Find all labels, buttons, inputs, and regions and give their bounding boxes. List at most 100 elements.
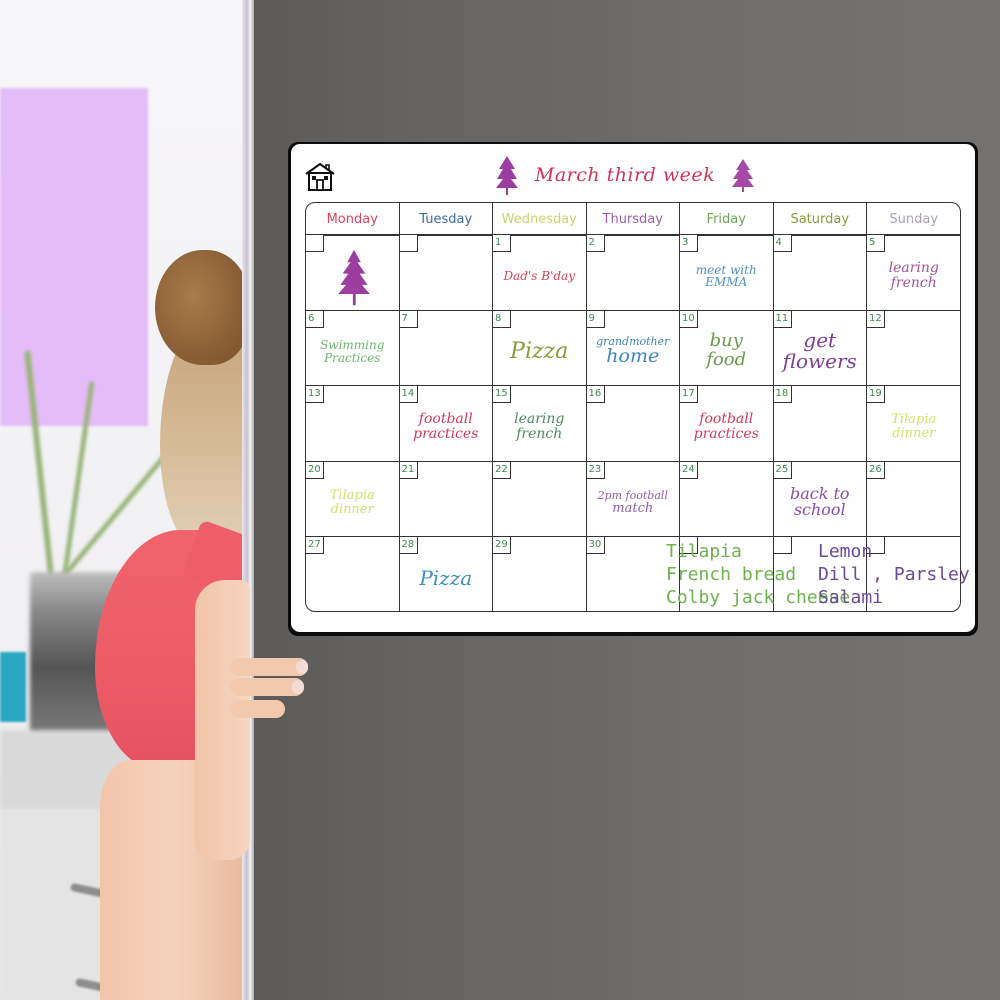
- day-note: learing french: [493, 412, 586, 441]
- day-cell[interactable]: 23 2pm football match: [586, 461, 680, 537]
- date-number: 19: [867, 386, 885, 403]
- day-cell[interactable]: [306, 235, 400, 311]
- day-note: Pizza: [400, 565, 493, 590]
- day-cell[interactable]: 10 buy food: [680, 310, 774, 386]
- note-line: dinner: [892, 426, 936, 442]
- tree-icon: [338, 249, 370, 306]
- date-number: [306, 235, 324, 252]
- note-line: football: [418, 411, 473, 428]
- date-number: 10: [680, 310, 698, 328]
- day-cell[interactable]: 25 back to school: [773, 461, 867, 537]
- day-cell[interactable]: 15 learing french: [493, 386, 587, 462]
- date-number: 28: [399, 537, 418, 554]
- note-line: 2pm football: [597, 489, 668, 503]
- day-cell[interactable]: 14 football practices: [399, 386, 493, 462]
- calendar-title: March third week: [534, 164, 716, 186]
- day-note: football practices: [400, 412, 493, 441]
- note-line: Tilapia: [329, 487, 375, 503]
- tree-icon: [496, 156, 518, 195]
- day-note: Pizza: [493, 340, 586, 363]
- day-note: Swimming Practices: [306, 339, 399, 364]
- date-number: 18: [773, 386, 792, 403]
- day-cell[interactable]: 22: [493, 461, 587, 537]
- shopping-item: Dill , Parsley: [818, 564, 970, 585]
- date-number: 9: [586, 310, 605, 328]
- day-note: 2pm football match: [587, 490, 680, 515]
- day-cell[interactable]: 28 Pizza: [399, 537, 493, 611]
- day-cell[interactable]: 4: [773, 235, 867, 311]
- day-cell[interactable]: 16: [586, 386, 680, 462]
- date-number: 5: [867, 235, 885, 252]
- weekday-saturday: Saturday: [774, 203, 867, 235]
- day-note: Dad's B'day: [493, 270, 586, 283]
- house-icon: [305, 162, 335, 191]
- day-cell[interactable]: 17 football practices: [680, 386, 774, 462]
- date-number: 26: [867, 461, 885, 479]
- day-cell[interactable]: 7: [399, 310, 493, 386]
- day-note: get flowers: [774, 330, 867, 372]
- date-number: 17: [680, 386, 698, 403]
- shopping-item: Lemon: [818, 541, 873, 562]
- date-number: 24: [680, 461, 698, 479]
- day-cell[interactable]: 26: [867, 461, 960, 537]
- woman-finger: [230, 658, 308, 676]
- day-cell[interactable]: 1 Dad's B'day: [493, 235, 587, 311]
- day-cell[interactable]: 20 Tilapia dinner: [306, 461, 400, 537]
- day-cell[interactable]: 19 Tilapia dinner: [867, 386, 960, 462]
- date-number: 15: [493, 386, 511, 403]
- date-number: 23: [586, 461, 605, 479]
- date-number: 29: [493, 537, 511, 554]
- day-note: back to school: [774, 485, 867, 520]
- day-note: Tilapia dinner: [867, 413, 960, 442]
- date-number: 2: [586, 235, 605, 252]
- weekday-sunday: Sunday: [889, 211, 939, 227]
- day-cell[interactable]: 2: [586, 235, 680, 311]
- day-cell[interactable]: 8 Pizza: [493, 310, 587, 386]
- day-note: learing french: [867, 260, 960, 290]
- day-cell[interactable]: 12: [867, 310, 960, 386]
- date-number: 4: [773, 235, 792, 252]
- note-line: practices: [693, 426, 759, 443]
- date-number: 22: [493, 461, 511, 479]
- weekday-wednesday: Wednesday: [493, 203, 587, 235]
- day-note: football practices: [680, 412, 773, 441]
- day-note: buy food: [680, 332, 773, 370]
- date-number: [399, 235, 418, 252]
- tree-icon: [732, 159, 754, 192]
- day-cell[interactable]: 6 Swimming Practices: [306, 310, 400, 386]
- day-cell[interactable]: 27: [306, 537, 400, 611]
- note-line: EMMA: [705, 275, 748, 290]
- day-cell[interactable]: 5 learing french: [867, 235, 960, 311]
- date-number: 8: [493, 310, 511, 328]
- note-line: food: [706, 349, 747, 371]
- note-line: school: [793, 500, 846, 520]
- note-line: learing: [514, 411, 565, 428]
- day-cell[interactable]: 3 meet with EMMA: [680, 235, 774, 311]
- day-cell[interactable]: 11 get flowers: [773, 310, 867, 386]
- note-line: get: [803, 328, 837, 353]
- day-cell[interactable]: 21: [399, 461, 493, 537]
- date-number: 27: [306, 537, 324, 554]
- day-cell[interactable]: 18: [773, 386, 867, 462]
- day-cell[interactable]: [399, 235, 493, 311]
- day-cell[interactable]: 24: [680, 461, 774, 537]
- date-number: 16: [586, 386, 605, 403]
- date-number: 7: [399, 310, 418, 328]
- date-number: 30: [586, 537, 605, 554]
- woman-finger: [230, 700, 285, 718]
- note-line: dinner: [330, 501, 374, 517]
- weekday-tuesday: Tuesday: [400, 203, 493, 235]
- day-cell[interactable]: 13: [306, 386, 400, 462]
- date-number: 12: [867, 310, 885, 328]
- woman-hand: [195, 580, 250, 860]
- purple-wall-panel: [0, 88, 148, 426]
- shopping-item: Salami: [818, 587, 884, 608]
- day-cell[interactable]: 9 grandmother home: [586, 310, 680, 386]
- shopping-list-right: Lemon Dill , Parsley Salami: [818, 540, 970, 609]
- note-line: match: [612, 500, 654, 516]
- note-line: Pizza: [419, 565, 473, 590]
- note-line: learing: [888, 260, 939, 277]
- note-line: practices: [413, 426, 479, 443]
- day-cell[interactable]: 29: [493, 537, 587, 611]
- date-number: 13: [306, 386, 324, 403]
